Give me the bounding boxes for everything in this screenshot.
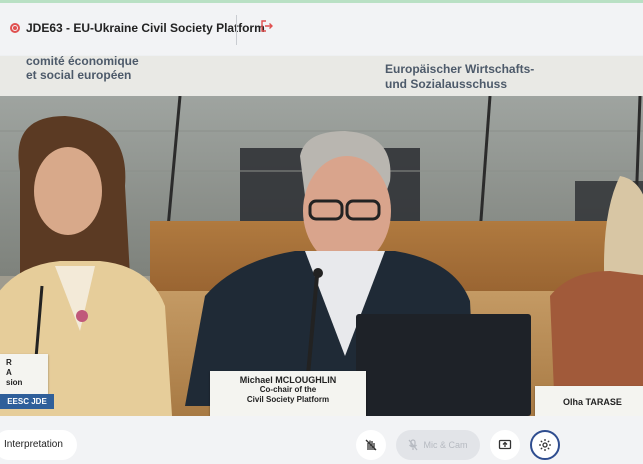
video-stream: comité économique et social européen Eur… [0, 56, 643, 416]
participant-right [550, 176, 643, 416]
banner-right-line2: und Sozialausschuss [385, 77, 508, 91]
banner-left-line1: comité économique [26, 56, 139, 68]
banner-right-text: Europäischer Wirtschafts- und Sozialauss… [385, 62, 534, 92]
banner-right-line1: Europäischer Wirtschafts- [385, 62, 535, 76]
nameplate-center-role1: Co-chair of the [259, 385, 317, 394]
nameplate-center-role2: Civil Society Platform [246, 395, 330, 404]
gear-icon [539, 439, 551, 451]
leave-icon[interactable] [260, 19, 274, 33]
eesc-watermark: EESC JDE [0, 394, 54, 409]
nameplate-left-line2: A [6, 368, 12, 377]
nameplate-left-line3: sion [6, 378, 23, 387]
record-icon [10, 23, 20, 33]
nameplate-left-line1: R [6, 358, 12, 367]
meeting-title: JDE63 - EU-Ukraine Civil Society Platfor… [26, 21, 265, 35]
nameplate-center-name: Michael MCLOUGHLIN [239, 375, 337, 385]
laptop [356, 314, 531, 416]
header-divider [236, 15, 237, 45]
header-bar: JDE63 - EU-Ukraine Civil Society Platfor… [0, 3, 643, 55]
banner-left-line2: et social européen [26, 68, 132, 82]
mic-off-icon [409, 439, 418, 451]
mic-cam-label: Mic & Cam [423, 440, 468, 450]
nameplate-michael-mcloughlin: Michael MCLOUGHLIN Co-chair of the Civil… [210, 371, 366, 416]
hand-off-icon [365, 439, 377, 451]
venue-banner: comité économique et social européen Eur… [0, 56, 643, 96]
raise-hand-button[interactable] [356, 430, 386, 460]
interpretation-button[interactable]: Interpretation [0, 430, 77, 460]
nameplate-olha-tarase: Olha TARASE [535, 386, 643, 416]
settings-button[interactable] [530, 430, 560, 460]
share-screen-button[interactable] [490, 430, 520, 460]
nameplate-right-name: Olha TARASE [563, 397, 622, 407]
share-screen-icon [498, 439, 512, 450]
bottom-toolbar: Interpretation Mic & Cam [0, 416, 643, 464]
banner-left-text: comité économique et social européen [26, 56, 139, 82]
mic-cam-button[interactable]: Mic & Cam [396, 430, 480, 460]
